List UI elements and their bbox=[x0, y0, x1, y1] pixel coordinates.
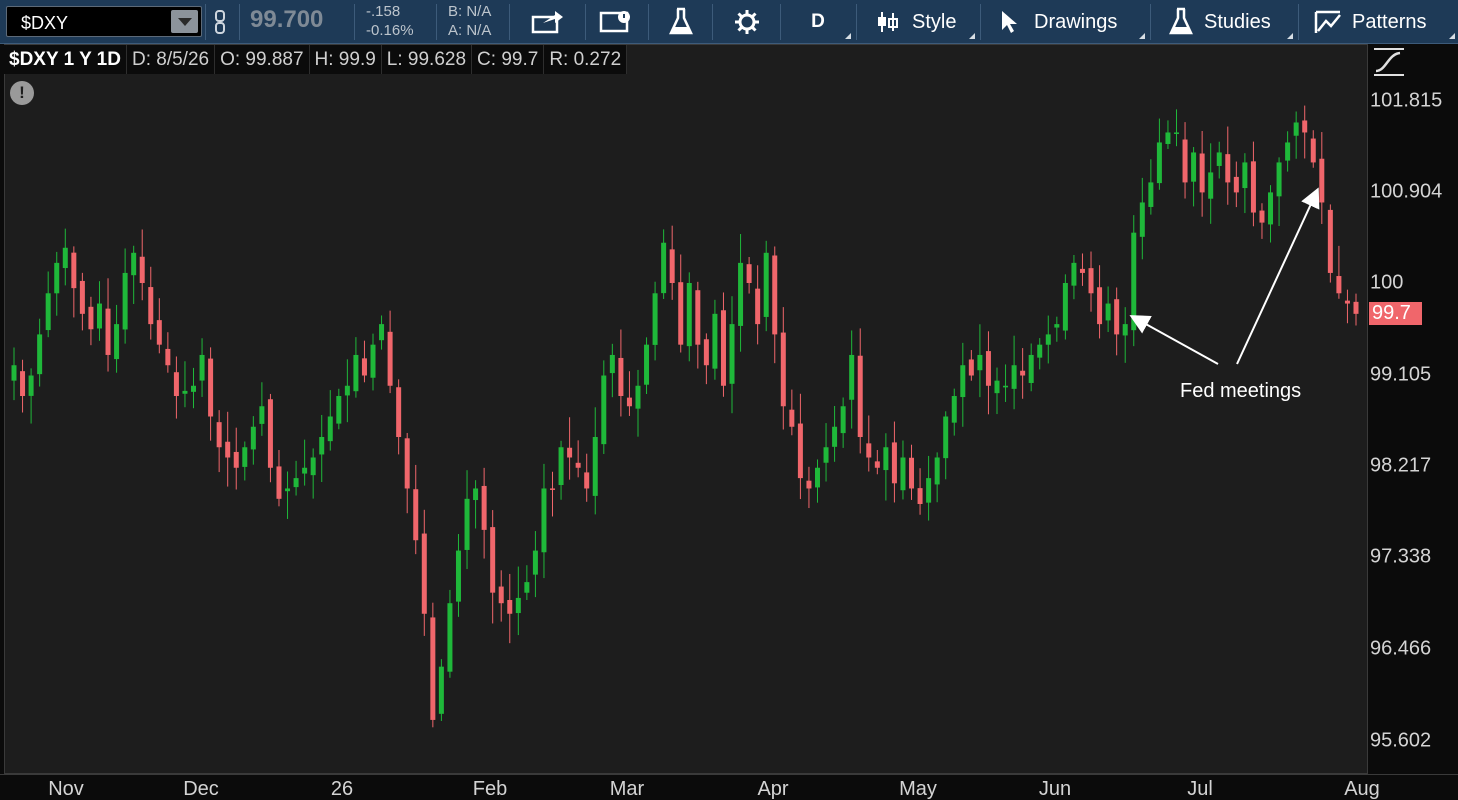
annotation-label: Fed meetings bbox=[1180, 380, 1302, 402]
arrow-fed-june bbox=[1129, 315, 1219, 365]
arrow-fed-july bbox=[1236, 187, 1320, 365]
